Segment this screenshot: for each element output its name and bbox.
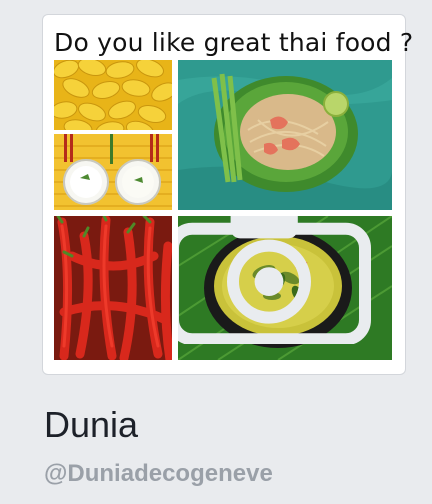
pad-thai-photo [178, 60, 392, 210]
green-curry-photo [178, 216, 392, 360]
mango-photo [54, 60, 172, 130]
photo-collage[interactable] [54, 60, 392, 360]
rice-bowls-photo [54, 134, 172, 210]
profile-page: Do you like great thai food ? Dunia @Dun… [0, 0, 432, 504]
photo-caption: Do you like great thai food ? [54, 28, 414, 57]
profile-handle: @Duniadecogeneve [44, 460, 273, 487]
profile-name: Dunia [44, 404, 139, 445]
camera-icon[interactable] [178, 216, 376, 344]
red-chilies-photo [54, 216, 172, 360]
